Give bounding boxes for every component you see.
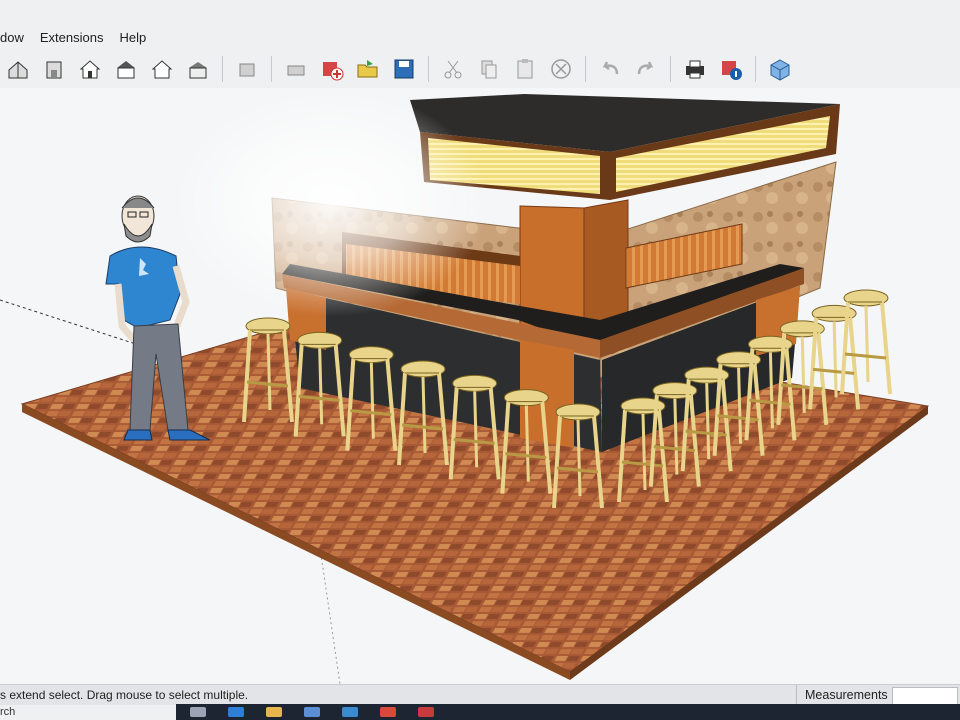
toolbar-separator [222, 56, 223, 82]
model-viewport[interactable] [0, 88, 960, 684]
house-right-button[interactable] [111, 54, 141, 84]
house-left-icon [189, 62, 207, 79]
toolbar-separator [585, 56, 586, 82]
toolbar [0, 50, 960, 88]
house-top-button[interactable] [75, 54, 105, 84]
menu-extensions[interactable]: Extensions [40, 30, 104, 45]
store-icon[interactable] [304, 707, 320, 717]
open-folder-button[interactable] [353, 54, 383, 84]
copy-icon [481, 60, 497, 79]
paste-button[interactable] [510, 54, 540, 84]
print-button[interactable] [680, 54, 710, 84]
component-button[interactable] [232, 54, 262, 84]
house-iso-icon [8, 61, 28, 79]
explorer-icon[interactable] [266, 707, 282, 717]
toolbar-separator [670, 56, 671, 82]
model-info-button[interactable] [716, 54, 746, 84]
copy-button[interactable] [474, 54, 504, 84]
cube-button[interactable] [765, 54, 795, 84]
redo-button[interactable] [631, 54, 661, 84]
axis-line-vertical [319, 547, 341, 684]
erase-icon [551, 59, 571, 79]
save-disk-button[interactable] [389, 54, 419, 84]
taskbar-search[interactable]: rch [0, 704, 15, 720]
scissors-icon [444, 60, 462, 79]
house-front-button[interactable] [39, 54, 69, 84]
add-model-icon [323, 62, 344, 81]
center-pillar-side [583, 199, 629, 333]
component-icon [239, 63, 255, 77]
print-icon [686, 60, 704, 79]
house-front-icon [46, 61, 62, 79]
scene-svg [0, 94, 930, 684]
undo-button[interactable] [595, 54, 625, 84]
house-back-button[interactable] [147, 54, 177, 84]
menu-help[interactable]: Help [119, 30, 146, 45]
house-right-icon [117, 61, 135, 79]
house-left-button[interactable] [183, 54, 213, 84]
measurements-input[interactable] [892, 687, 958, 705]
menu-bar: dow Extensions Help [0, 24, 960, 50]
printer-button[interactable] [281, 54, 311, 84]
erase-button[interactable] [546, 54, 576, 84]
toolbar-separator [428, 56, 429, 82]
house-back-icon [151, 60, 173, 79]
status-bar: s extend select. Drag mouse to select mu… [0, 684, 960, 705]
status-hint: s extend select. Drag mouse to select mu… [0, 688, 249, 702]
windows-taskbar [176, 704, 960, 720]
redo-icon [637, 61, 654, 75]
undo-icon [602, 61, 619, 75]
measurements-label: Measurements [796, 685, 888, 705]
house-top-icon [79, 60, 101, 79]
paste-icon [517, 59, 533, 79]
toolbar-separator [271, 56, 272, 82]
edge-icon[interactable] [228, 707, 244, 717]
cube-icon [770, 59, 790, 81]
house-iso-button[interactable] [3, 54, 33, 84]
app-icon[interactable] [342, 707, 358, 717]
printer-icon [287, 65, 305, 76]
open-folder-icon [357, 60, 378, 78]
model-info-icon [722, 61, 742, 80]
sketchup-icon[interactable] [418, 707, 434, 717]
save-disk-icon [394, 59, 414, 79]
task-view-icon[interactable] [190, 707, 206, 717]
add-model-button[interactable] [317, 54, 347, 84]
toolbar-separator [755, 56, 756, 82]
chrome-icon[interactable] [380, 707, 396, 717]
menu-window[interactable]: dow [0, 30, 24, 45]
scissors-button[interactable] [438, 54, 468, 84]
bar-stool [840, 289, 892, 395]
